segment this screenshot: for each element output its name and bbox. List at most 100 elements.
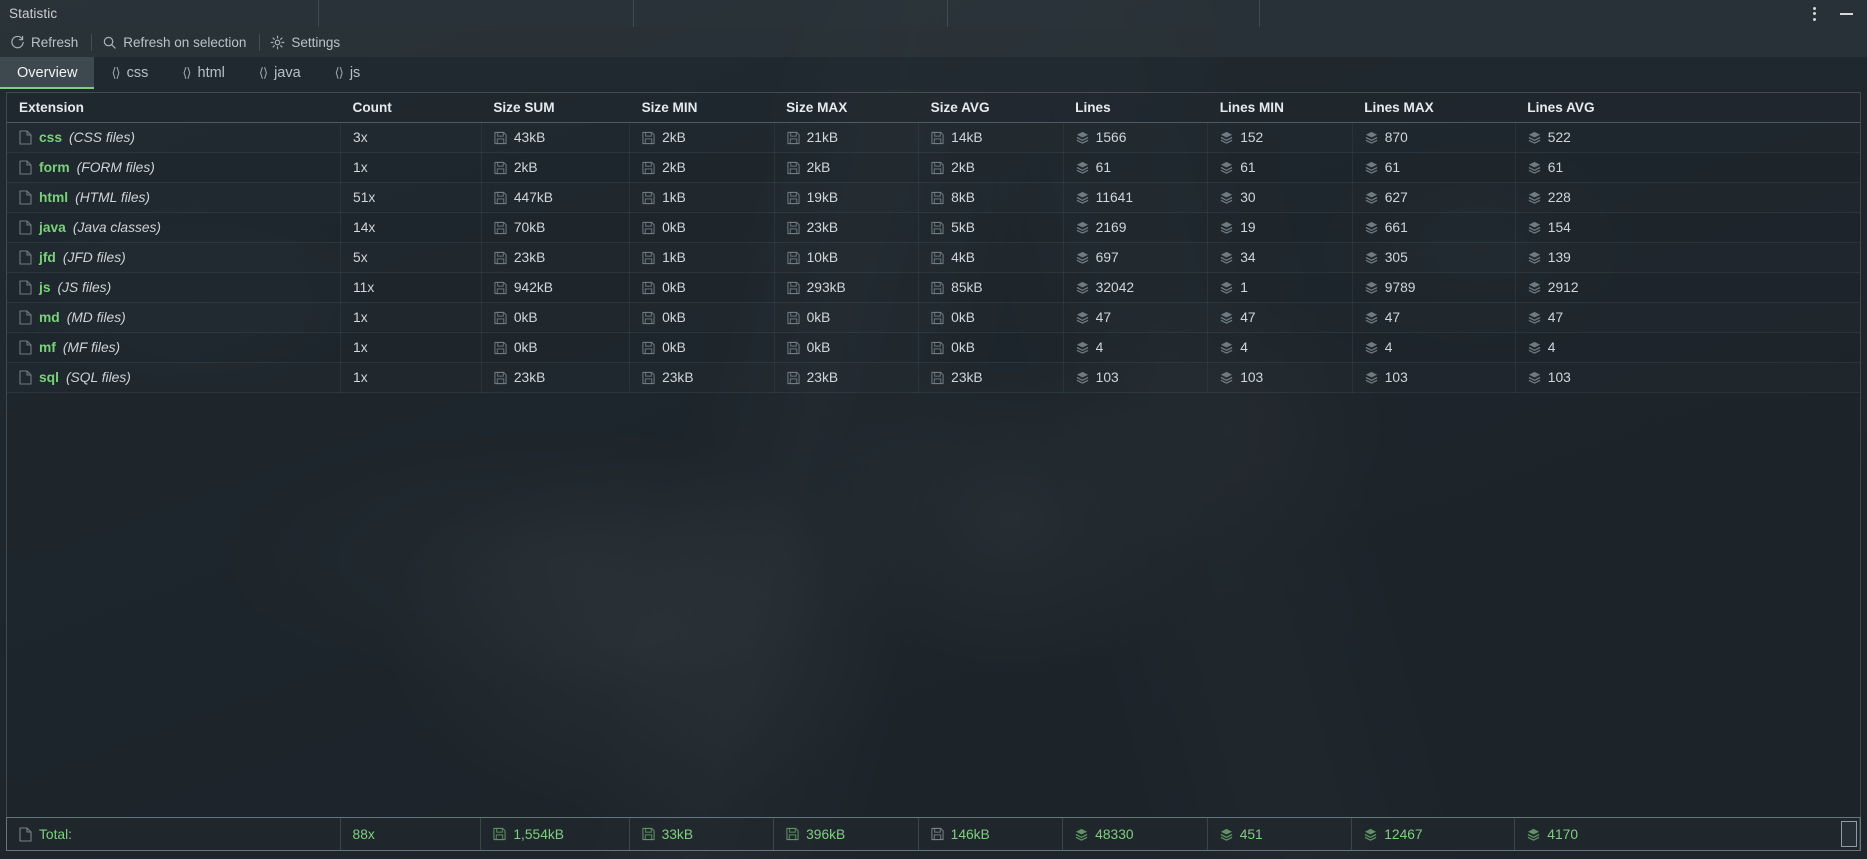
cell-size-max: 23kB bbox=[774, 362, 920, 393]
cell-extension: js (JS files) bbox=[7, 272, 342, 303]
table-row[interactable]: form (FORM files) 1x 2kB 2kB 2kB 2kB 61 61 61 61 bbox=[7, 152, 1860, 183]
cell-count: 51x bbox=[340, 182, 482, 213]
size-min-value: 23kB bbox=[662, 370, 694, 385]
column-header-lines[interactable]: Lines bbox=[1063, 93, 1208, 123]
cell-size-max: 21kB bbox=[774, 122, 920, 153]
cell-size-avg: 0kB bbox=[918, 302, 1064, 333]
column-header-size-sum[interactable]: Size SUM bbox=[481, 93, 630, 123]
cell-size-min: 2kB bbox=[629, 152, 775, 183]
lines-avg-value: 61 bbox=[1547, 160, 1564, 175]
column-header-lines-max[interactable]: Lines MAX bbox=[1352, 93, 1516, 123]
tab-java[interactable]: ⟨⟩ java bbox=[242, 57, 318, 89]
layers-icon bbox=[1220, 251, 1233, 264]
layers-icon bbox=[1528, 191, 1541, 204]
layers-icon bbox=[1365, 281, 1378, 294]
totals-count: 88x bbox=[352, 826, 375, 842]
layers-icon bbox=[1365, 191, 1378, 204]
cell-size-sum: 43kB bbox=[481, 122, 631, 153]
lines-min-value: 47 bbox=[1240, 310, 1256, 325]
table-row[interactable]: java (Java classes) 14x 70kB 0kB 23kB 5kB 2169 1… bbox=[7, 212, 1860, 243]
column-header-lines-min[interactable]: Lines MIN bbox=[1207, 93, 1353, 123]
table-row[interactable]: css (CSS files) 3x 43kB 2kB 21kB 14kB 1566 152 87… bbox=[7, 122, 1860, 153]
tab-java-label: java bbox=[274, 65, 301, 81]
layers-icon bbox=[1220, 131, 1233, 144]
table-row[interactable]: mf (MF files) 1x 0kB 0kB 0kB 0kB 4 4 4 4 bbox=[7, 332, 1860, 363]
table-row[interactable]: js (JS files) 11x 942kB 0kB 293kB 85kB 32042 1 97… bbox=[7, 272, 1860, 303]
file-icon bbox=[19, 826, 32, 842]
lines-avg-value: 139 bbox=[1547, 250, 1571, 265]
cell-size-avg: 4kB bbox=[918, 242, 1064, 273]
lines-min-value: 61 bbox=[1240, 160, 1256, 175]
save-icon bbox=[931, 191, 944, 204]
table-row[interactable]: jfd (JFD files) 5x 23kB 1kB 10kB 4kB 697 34 305 13… bbox=[7, 242, 1860, 273]
lines-value: 47 bbox=[1095, 310, 1112, 325]
totals-lines-cell: 48330 bbox=[1063, 818, 1208, 850]
column-header-size-min[interactable]: Size MIN bbox=[629, 93, 775, 123]
tab-css[interactable]: ⟨⟩ css bbox=[94, 57, 165, 89]
totals-size-sum-cell: 1,554kB bbox=[481, 818, 630, 850]
save-icon bbox=[931, 131, 944, 144]
layers-icon bbox=[1076, 191, 1089, 204]
cell-extension: java (Java classes) bbox=[7, 212, 342, 243]
cell-count: 11x bbox=[340, 272, 482, 303]
tab-overview[interactable]: Overview bbox=[0, 57, 95, 89]
column-header-count[interactable]: Count bbox=[340, 93, 482, 123]
table-row[interactable]: md (MD files) 1x 0kB 0kB 0kB 0kB 47 47 47 47 bbox=[7, 302, 1860, 333]
save-icon bbox=[642, 371, 655, 384]
column-header-lines-avg[interactable]: Lines AVG bbox=[1515, 93, 1860, 123]
refresh-button[interactable]: Refresh bbox=[7, 31, 89, 53]
refresh-on-selection-button[interactable]: Refresh on selection bbox=[99, 31, 257, 53]
lines-value: 4 bbox=[1095, 340, 1104, 355]
size-sum-value: 447kB bbox=[513, 190, 553, 205]
count-value: 1x bbox=[353, 160, 368, 175]
table-row[interactable]: html (HTML files) 51x 447kB 1kB 19kB 8kB 11641 3… bbox=[7, 182, 1860, 213]
file-icon bbox=[19, 160, 32, 175]
save-icon bbox=[931, 371, 944, 384]
cell-lines: 47 bbox=[1063, 302, 1209, 333]
extension-name: js bbox=[39, 280, 51, 295]
resize-handle[interactable] bbox=[1841, 821, 1857, 847]
extension-description: (HTML files) bbox=[75, 190, 150, 205]
save-icon bbox=[494, 341, 507, 354]
count-value: 51x bbox=[353, 190, 376, 205]
totals-lines-min: 451 bbox=[1239, 826, 1263, 842]
size-avg-value: 14kB bbox=[951, 130, 983, 145]
column-header-size-max[interactable]: Size MAX bbox=[774, 93, 919, 123]
tab-html[interactable]: ⟨⟩ html bbox=[165, 57, 242, 89]
window-controls bbox=[1799, 1, 1867, 27]
cell-size-min: 2kB bbox=[629, 122, 775, 153]
column-header-extension[interactable]: Extension bbox=[7, 93, 341, 123]
layers-icon bbox=[1365, 371, 1378, 384]
tab-js[interactable]: ⟨⟩ js bbox=[318, 57, 378, 89]
file-icon bbox=[19, 310, 32, 325]
cell-size-sum: 70kB bbox=[481, 212, 631, 243]
cell-lines-max: 47 bbox=[1352, 302, 1516, 333]
toolbar-divider-2 bbox=[259, 33, 261, 51]
size-min-value: 0kB bbox=[662, 280, 686, 295]
code-icon: ⟨⟩ bbox=[258, 65, 268, 80]
totals-size-sum: 1,554kB bbox=[513, 826, 564, 842]
minimize-button[interactable] bbox=[1831, 1, 1861, 27]
extension-name: java bbox=[39, 220, 66, 235]
table-row[interactable]: sql (SQL files) 1x 23kB 23kB 23kB 23kB 103 103 10… bbox=[7, 362, 1860, 393]
cell-lines-max: 870 bbox=[1352, 122, 1516, 153]
totals-lines-min-cell: 451 bbox=[1208, 818, 1353, 850]
cell-size-avg: 23kB bbox=[918, 362, 1064, 393]
extension-name: mf bbox=[39, 340, 56, 355]
lines-max-value: 661 bbox=[1384, 220, 1408, 235]
save-icon bbox=[494, 161, 507, 174]
column-header-size-avg[interactable]: Size AVG bbox=[918, 93, 1064, 123]
more-options-button[interactable] bbox=[1799, 1, 1829, 27]
save-icon bbox=[787, 131, 800, 144]
save-icon bbox=[494, 251, 507, 264]
totals-lines-avg-cell: 4170 bbox=[1515, 818, 1860, 850]
save-icon bbox=[787, 311, 800, 324]
cell-extension: mf (MF files) bbox=[7, 332, 342, 363]
lines-max-value: 103 bbox=[1384, 370, 1408, 385]
size-min-value: 2kB bbox=[662, 160, 686, 175]
save-icon bbox=[641, 827, 655, 841]
cell-lines-max: 305 bbox=[1352, 242, 1516, 273]
save-icon bbox=[931, 281, 944, 294]
save-icon bbox=[642, 251, 655, 264]
settings-button[interactable]: Settings bbox=[267, 31, 351, 53]
